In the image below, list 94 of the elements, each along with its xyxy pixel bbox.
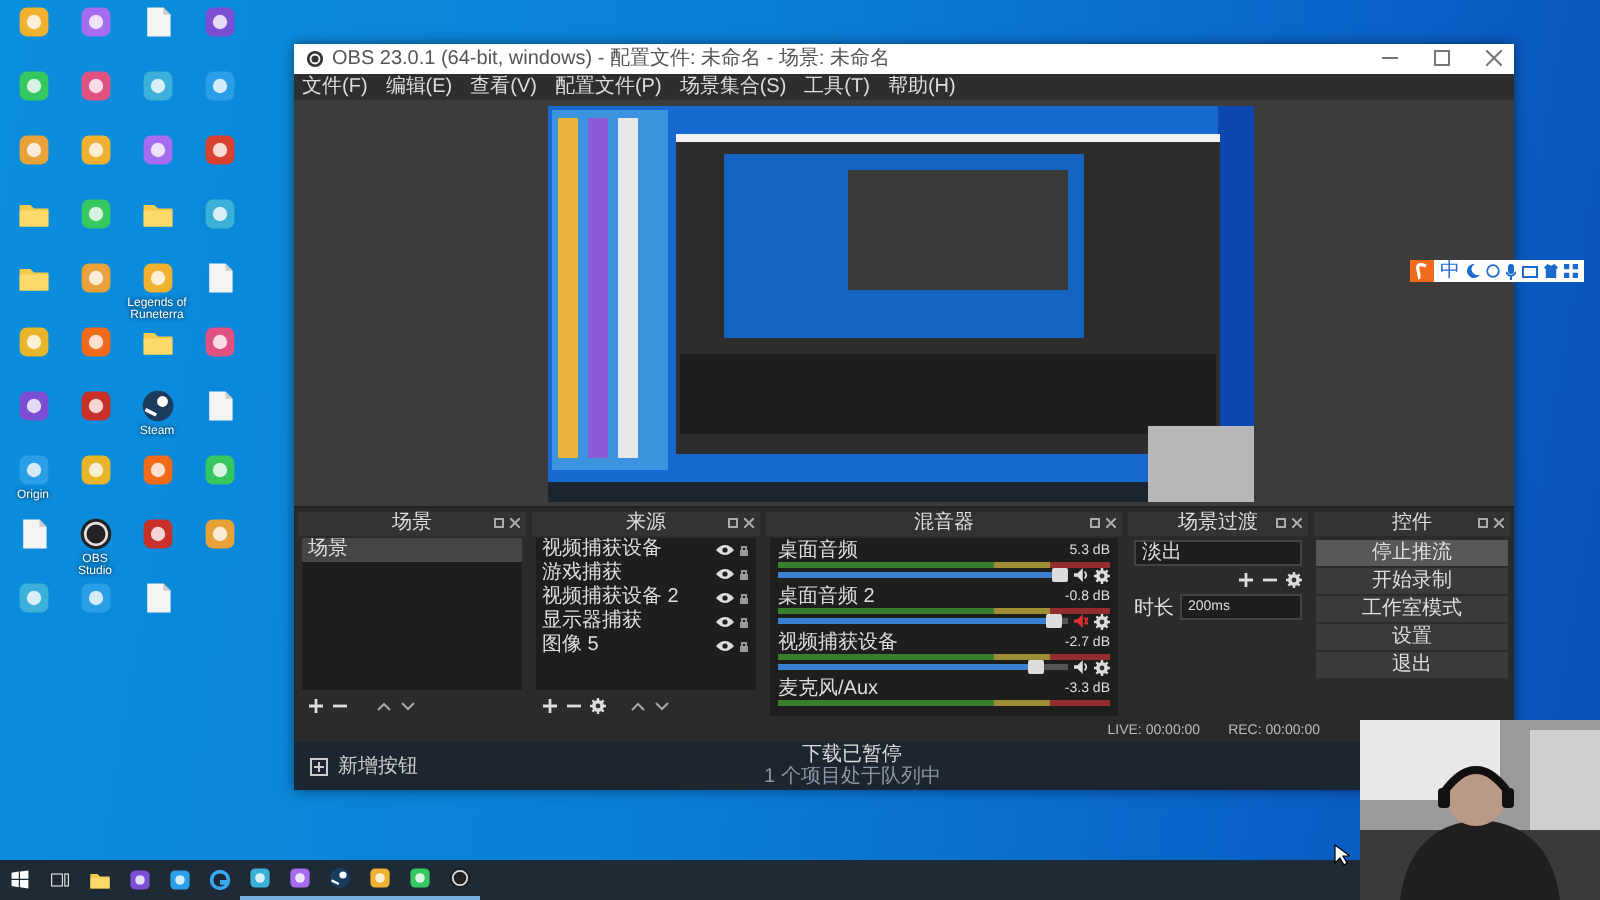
obs-icon[interactable]: [448, 866, 472, 890]
control-button[interactable]: 停止推流: [1316, 539, 1508, 566]
scene-item[interactable]: 场景: [302, 537, 522, 562]
ime-logo-icon[interactable]: [1410, 260, 1434, 282]
moon-icon[interactable]: [1466, 264, 1480, 278]
cursor-icon: [1334, 844, 1350, 866]
control-button[interactable]: 设置: [1316, 623, 1508, 650]
lock-icon[interactable]: [738, 639, 750, 652]
menu-item[interactable]: 工具(T): [804, 72, 870, 101]
plus-icon[interactable]: [542, 697, 558, 714]
panel-title: 混音器: [914, 511, 974, 536]
close-icon[interactable]: [1106, 517, 1116, 528]
panel-title: 来源: [626, 511, 666, 536]
transition-dropdown[interactable]: 淡出: [1134, 539, 1302, 566]
close-icon[interactable]: [1292, 517, 1302, 528]
menu-item[interactable]: 文件(F): [302, 72, 368, 101]
slider-thumb[interactable]: [1051, 568, 1068, 583]
app-icon[interactable]: [288, 866, 312, 890]
source-item[interactable]: 显示器捕获: [542, 609, 716, 634]
app-icon[interactable]: [248, 866, 272, 890]
close-icon[interactable]: [1494, 517, 1504, 528]
plus-box-icon: [310, 757, 328, 776]
chevron-down-icon[interactable]: [400, 697, 416, 714]
settings-icon[interactable]: [1094, 567, 1110, 584]
eye-icon[interactable]: [716, 567, 734, 580]
chevron-down-icon[interactable]: [654, 697, 670, 714]
chevron-up-icon[interactable]: [630, 697, 646, 714]
app-icon[interactable]: [168, 868, 192, 892]
channel-name: 桌面音频: [778, 539, 858, 562]
app-icon[interactable]: [128, 868, 152, 892]
windows-icon[interactable]: [8, 868, 32, 892]
control-button[interactable]: 退出: [1316, 651, 1508, 678]
eye-icon[interactable]: [716, 639, 734, 652]
eye-icon[interactable]: [716, 615, 734, 628]
download-status: 下载已暂停: [802, 744, 903, 767]
float-icon[interactable]: [494, 517, 504, 528]
eye-icon[interactable]: [716, 591, 734, 604]
add-button[interactable]: 新增按钮: [310, 752, 418, 781]
slider-thumb[interactable]: [1045, 614, 1062, 629]
panel-title: 控件: [1392, 511, 1432, 536]
mic-icon[interactable]: [1506, 263, 1516, 279]
steam-icon[interactable]: [328, 866, 352, 890]
shirt-icon[interactable]: [1544, 264, 1558, 278]
lock-icon[interactable]: [738, 543, 750, 556]
plus-icon[interactable]: [308, 697, 324, 714]
settings-icon[interactable]: [590, 697, 606, 714]
panel-title: 场景: [392, 511, 432, 536]
browser-icon[interactable]: [208, 868, 232, 892]
close-icon[interactable]: [1486, 50, 1502, 67]
control-button[interactable]: 工作室模式: [1316, 595, 1508, 622]
window-title: OBS 23.0.1 (64-bit, windows) - 配置文件: 未命名 - 场景: 未命名: [332, 45, 892, 73]
float-icon[interactable]: [1276, 517, 1286, 528]
close-icon[interactable]: [510, 517, 520, 528]
settings-icon[interactable]: [1286, 571, 1302, 588]
lock-icon[interactable]: [738, 567, 750, 580]
grid-icon[interactable]: [1564, 264, 1578, 278]
chevron-up-icon[interactable]: [376, 697, 392, 714]
steam-icon[interactable]: [139, 388, 175, 424]
folder-icon[interactable]: [88, 868, 112, 892]
float-icon[interactable]: [1478, 517, 1488, 528]
obs-icon[interactable]: [77, 516, 113, 552]
settings-icon[interactable]: [1094, 613, 1110, 630]
task-view-icon[interactable]: [48, 868, 72, 892]
settings-icon[interactable]: [1094, 659, 1110, 676]
menu-item[interactable]: 场景集合(S): [679, 72, 787, 101]
plus-icon[interactable]: [1238, 571, 1254, 588]
menu-item[interactable]: 配置文件(P): [554, 72, 662, 101]
maximize-icon[interactable]: [1434, 50, 1450, 67]
menu-item[interactable]: 编辑(E): [385, 72, 453, 101]
lock-icon[interactable]: [738, 615, 750, 628]
channel-name: 麦克风/Aux: [778, 677, 879, 700]
duration-label: 时长: [1134, 595, 1174, 622]
obs-icon: [306, 49, 324, 68]
speaker-icon[interactable]: [1074, 568, 1088, 583]
speaker-icon[interactable]: [1074, 660, 1088, 675]
close-icon[interactable]: [744, 517, 754, 528]
menu-item[interactable]: 查看(V): [470, 72, 537, 101]
queue-status: 1 个项目处于队列中: [764, 766, 941, 789]
source-item[interactable]: 视频捕获设备 2: [542, 585, 716, 610]
channel-name: 桌面音频 2: [778, 585, 875, 608]
control-button[interactable]: 开始录制: [1316, 567, 1508, 594]
source-item[interactable]: 游戏捕获: [542, 561, 716, 586]
float-icon[interactable]: [1090, 517, 1100, 528]
source-item[interactable]: 图像 5: [542, 633, 716, 658]
input-mode[interactable]: 中: [1440, 260, 1460, 282]
eye-icon[interactable]: [716, 543, 734, 556]
panel-title: 场景过渡: [1178, 511, 1258, 536]
menu-item[interactable]: 帮助(H): [887, 72, 956, 101]
float-icon[interactable]: [728, 517, 738, 528]
app-icon[interactable]: [368, 866, 392, 890]
slider-thumb[interactable]: [1028, 660, 1045, 675]
lock-icon[interactable]: [738, 591, 750, 604]
channel-name: 视频捕获设备: [778, 631, 898, 654]
app-icon[interactable]: [408, 866, 432, 890]
